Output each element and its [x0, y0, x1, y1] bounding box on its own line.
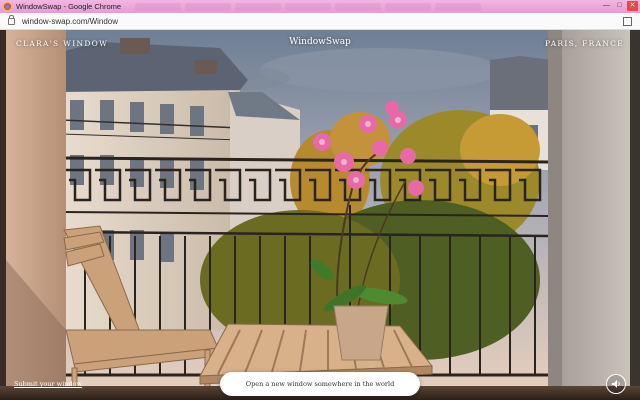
open-new-window-button[interactable]: Open a new window somewhere in the world [220, 372, 420, 396]
background-tab[interactable] [385, 2, 432, 11]
background-tab[interactable] [335, 2, 382, 11]
open-in-new-tab-icon[interactable] [623, 17, 632, 26]
maximize-icon[interactable]: □ [614, 1, 625, 11]
url-field[interactable]: window-swap.com/Window [22, 17, 118, 26]
background-tab[interactable] [185, 2, 232, 11]
window-location-label: PARIS, FRANCE [545, 39, 624, 48]
brand-link[interactable]: WindowSwap [289, 37, 351, 47]
submit-window-link[interactable]: Submit your window [14, 380, 82, 388]
brand-logo: WindowSwap [0, 37, 640, 47]
browser-title-bar: WindowSwap - Google Chrome — □ ✕ [0, 0, 640, 13]
speaker-icon [612, 380, 620, 388]
background-tab[interactable] [285, 2, 332, 11]
background-tab[interactable] [435, 2, 482, 11]
background-tab[interactable] [135, 2, 182, 11]
lock-icon [8, 14, 15, 25]
sound-toggle-button[interactable] [606, 374, 626, 394]
window-scene-image [0, 30, 640, 400]
window-view: CLARA'S WINDOW WindowSwap PARIS, FRANCE … [0, 30, 640, 400]
minimize-icon[interactable]: — [601, 1, 612, 11]
background-tabs [135, 2, 482, 11]
close-icon[interactable]: ✕ [627, 1, 638, 11]
address-bar: window-swap.com/Window [0, 13, 640, 30]
window-title: WindowSwap - Google Chrome [16, 2, 122, 11]
chrome-icon [3, 2, 12, 11]
background-tab[interactable] [235, 2, 282, 11]
